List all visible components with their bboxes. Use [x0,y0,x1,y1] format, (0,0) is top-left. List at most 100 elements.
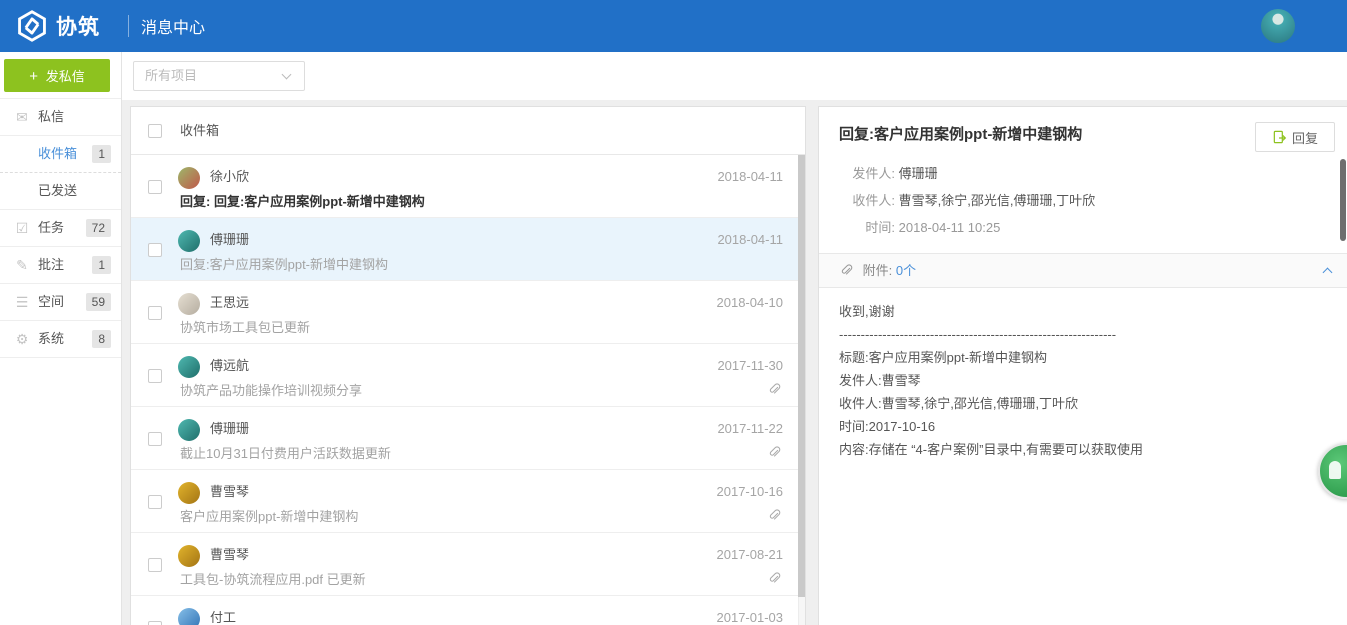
message-list-panel: 收件箱 徐小欣 回复: 回复:客户应用案例ppt-新增中建钢构 2018-04-… [130,106,806,625]
attachment-icon [767,571,781,585]
sidebar-item-label: 空间 [38,284,64,320]
message-date: 2017-01-03 [717,610,784,625]
message-date: 2017-11-22 [717,421,783,436]
detail-title: 回复:客户应用案例ppt-新增中建钢构 [839,123,1237,144]
message-checkbox[interactable] [148,621,162,625]
sidebar-menu: ✉ 私信 收件箱 1 已发送 ☑ 任务 72 ✎ 批注 1 ☰ 空间 59 ⚙ … [0,98,121,358]
message-checkbox[interactable] [148,369,162,383]
message-detail-panel: 回复:客户应用案例ppt-新增中建钢构 发件人: 傅珊珊 收件人: 曹雪琴,徐宁… [818,106,1347,625]
message-sender: 徐小欣 [210,166,765,188]
sidebar-item-badge: 72 [86,219,111,237]
message-checkbox[interactable] [148,495,162,509]
sidebar-item-icon: ⚙ [12,321,32,357]
message-row[interactable]: 曹雪琴 客户应用案例ppt-新增中建钢构 2017-10-16 [131,470,805,533]
sender-avatar [178,608,200,625]
message-sender: 傅远航 [210,355,765,377]
sidebar-item[interactable]: 收件箱 1 [0,136,121,173]
message-checkbox[interactable] [148,306,162,320]
reply-button[interactable]: 回复 [1255,122,1335,152]
detail-body-line: 内容:存储在 “4-客户案例”目录中,有需要可以获取使用 [839,438,1327,461]
message-row[interactable]: 付工 2017-01-03 [131,596,805,625]
message-subject: 回复: 回复:客户应用案例ppt-新增中建钢构 [180,191,765,210]
reply-icon [1272,130,1287,145]
sidebar-item-label: 私信 [38,99,64,135]
detail-meta-row: 时间: 2018-04-11 10:25 [839,214,1237,241]
project-filter-dropdown[interactable]: 所有项目 [133,61,305,91]
detail-meta: 发件人: 傅珊珊 收件人: 曹雪琴,徐宁,邵光信,傅珊珊,丁叶欣 时间: 201… [839,160,1237,241]
sidebar-item-badge: 59 [86,293,111,311]
message-date: 2017-10-16 [717,484,784,499]
sidebar-item-label: 收件箱 [38,136,77,172]
detail-body: 收到,谢谢-----------------------------------… [819,288,1347,473]
detail-body-line: 发件人:曹雪琴 [839,369,1327,392]
sender-avatar [178,230,200,252]
detail-body-line: 标题:客户应用案例ppt-新增中建钢构 [839,346,1327,369]
sidebar-item-label: 任务 [38,210,64,246]
message-date: 2017-08-21 [717,547,784,562]
sidebar: + 发私信 ✉ 私信 收件箱 1 已发送 ☑ 任务 72 ✎ 批注 1 ☰ 空间… [0,52,122,625]
message-row[interactable]: 傅珊珊 回复:客户应用案例ppt-新增中建钢构 2018-04-11 [131,218,805,281]
message-subject: 回复:客户应用案例ppt-新增中建钢构 [180,254,765,273]
select-all-checkbox[interactable] [148,124,162,138]
compose-message-button[interactable]: + 发私信 [4,59,110,92]
logo-text: 协筑 [56,11,100,41]
meta-value: 傅珊珊 [899,166,938,181]
sidebar-item-icon: ☑ [12,210,32,246]
top-header: 协筑 消息中心 [0,0,1347,52]
message-checkbox[interactable] [148,243,162,257]
user-avatar[interactable] [1261,9,1295,43]
attachment-label: 附件: [863,263,893,278]
sender-avatar [178,545,200,567]
attachment-count: 0个 [896,263,916,278]
sidebar-item[interactable]: ✎ 批注 1 [0,247,121,284]
detail-body-line: ----------------------------------------… [839,323,1327,346]
sidebar-item-badge: 8 [92,330,111,348]
message-row[interactable]: 傅珊珊 截止10月31日付费用户活跃数据更新 2017-11-22 [131,407,805,470]
sidebar-item-icon: ☰ [12,284,32,320]
message-row[interactable]: 徐小欣 回复: 回复:客户应用案例ppt-新增中建钢构 2018-04-11 [131,155,805,218]
meta-value: 曹雪琴,徐宁,邵光信,傅珊珊,丁叶欣 [899,193,1095,208]
message-date: 2018-04-11 [717,169,783,184]
paperclip-icon [839,263,853,277]
message-sender: 付工 [210,607,765,625]
sidebar-item[interactable]: 已发送 [0,173,121,210]
detail-scrollbar-thumb[interactable] [1340,159,1346,241]
detail-meta-row: 收件人: 曹雪琴,徐宁,邵光信,傅珊珊,丁叶欣 [839,187,1237,214]
meta-label: 发件人: [839,160,895,187]
detail-body-line: 收到,谢谢 [839,300,1327,323]
detail-meta-row: 发件人: 傅珊珊 [839,160,1237,187]
title-divider [128,15,129,37]
message-row[interactable]: 王思远 协筑市场工具包已更新 2018-04-10 [131,281,805,344]
message-checkbox[interactable] [148,432,162,446]
sender-avatar [178,167,200,189]
project-filter-value: 所有项目 [145,68,197,83]
sidebar-item[interactable]: ⚙ 系统 8 [0,321,121,358]
message-sender: 傅珊珊 [210,418,765,440]
meta-value: 2018-04-11 10:25 [899,220,1001,235]
sender-avatar [178,356,200,378]
message-subject: 协筑产品功能操作培训视频分享 [180,380,765,399]
compose-button-label: 发私信 [46,69,85,84]
panels: 收件箱 徐小欣 回复: 回复:客户应用案例ppt-新增中建钢构 2018-04-… [122,100,1347,625]
sender-avatar [178,419,200,441]
sidebar-item[interactable]: ☑ 任务 72 [0,210,121,247]
message-row[interactable]: 傅远航 协筑产品功能操作培训视频分享 2017-11-30 [131,344,805,407]
message-checkbox[interactable] [148,558,162,572]
list-header: 收件箱 [131,107,805,155]
collapse-chevron-icon[interactable] [1323,268,1333,278]
list-scrollbar-thumb[interactable] [798,155,805,597]
app-logo[interactable]: 协筑 [0,10,100,42]
sidebar-item[interactable]: ☰ 空间 59 [0,284,121,321]
message-checkbox[interactable] [148,180,162,194]
sidebar-item[interactable]: ✉ 私信 [0,99,121,136]
attachment-icon [767,382,781,396]
message-sender: 曹雪琴 [210,481,765,503]
message-row[interactable]: 曹雪琴 工具包-协筑流程应用.pdf 已更新 2017-08-21 [131,533,805,596]
list-header-label: 收件箱 [180,107,219,155]
message-date: 2018-04-10 [717,295,784,310]
message-sender: 王思远 [210,292,765,314]
page-title: 消息中心 [141,14,205,38]
attachment-bar[interactable]: 附件: 0个 [819,254,1347,288]
message-date: 2017-11-30 [717,358,783,373]
logo-icon [16,10,48,42]
